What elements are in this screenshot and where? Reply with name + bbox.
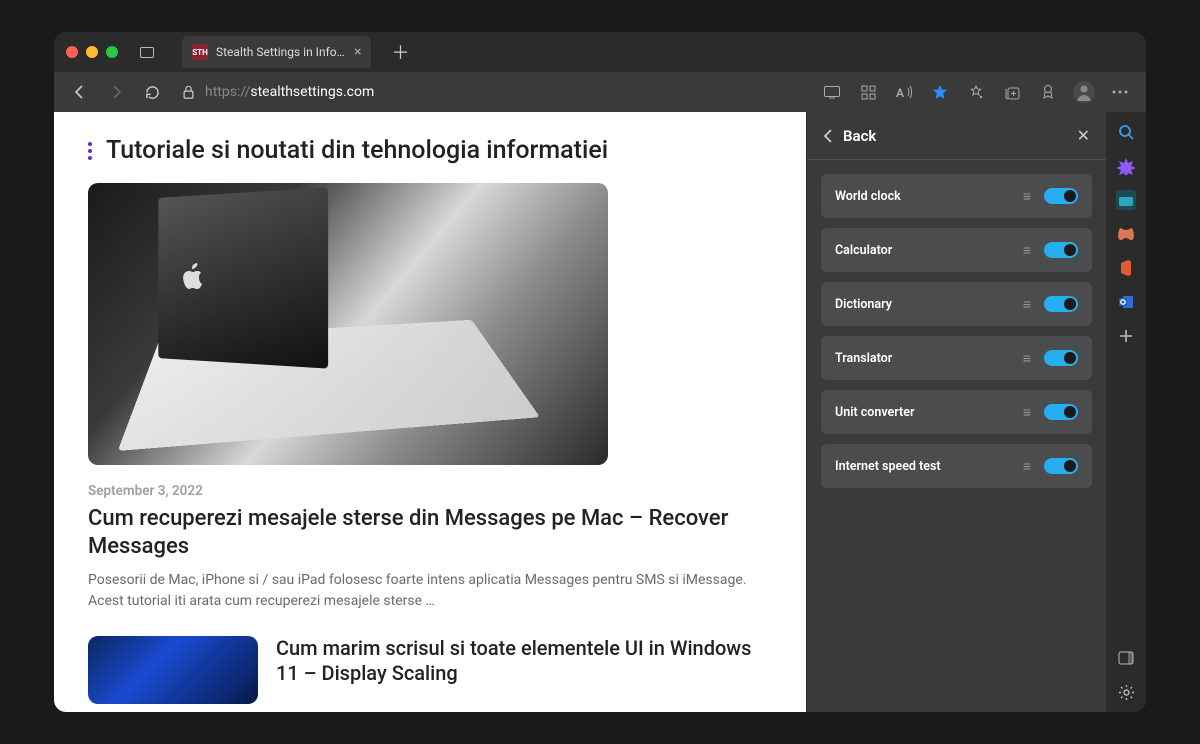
tool-label: Internet speed test [835,459,1013,474]
tool-label: Calculator [835,243,1013,258]
discover-icon[interactable] [1116,156,1136,176]
sidebar-collapse-icon[interactable] [1116,648,1136,668]
tab-title: Stealth Settings in Information [216,45,346,59]
toggle-switch[interactable] [1044,458,1078,474]
back-label[interactable]: Back [843,127,1067,145]
window-controls [66,46,118,58]
tool-world-clock[interactable]: World clock ≡ [821,174,1092,218]
search-icon[interactable] [1116,122,1136,142]
window-close-button[interactable] [66,46,78,58]
tool-dictionary[interactable]: Dictionary ≡ [821,282,1092,326]
panel-header: Back ✕ [807,112,1106,160]
new-tab-button[interactable]: ＋ [391,39,409,65]
toggle-switch[interactable] [1044,350,1078,366]
drag-handle-icon[interactable]: ≡ [1023,458,1028,475]
tab-close-button[interactable]: × [354,44,361,60]
more-menu-icon[interactable] [1106,78,1134,106]
apple-logo-icon [183,263,205,289]
browser-tab[interactable]: STH Stealth Settings in Information × [182,36,371,68]
rewards-icon[interactable] [1034,78,1062,106]
toggle-switch[interactable] [1044,188,1078,204]
tool-label: Translator [835,351,1013,366]
screen-cast-icon[interactable] [818,78,846,106]
settings-icon[interactable] [1116,682,1136,702]
lock-icon [182,85,195,99]
tool-translator[interactable]: Translator ≡ [821,336,1092,380]
url-domain: stealthsettings.com [250,84,374,100]
web-page: Tutoriale si noutati din tehnologia info… [54,112,806,712]
tool-label: Unit converter [835,405,1013,420]
collections-icon[interactable] [998,78,1026,106]
drag-handle-icon[interactable]: ≡ [1023,188,1028,205]
chevron-left-icon[interactable] [823,129,833,143]
page-heading-row: Tutoriale si noutati din tehnologia info… [88,136,772,165]
back-button[interactable] [66,78,94,106]
article-date: September 3, 2022 [88,483,772,499]
browser-toolbar: https://stealthsettings.com A [54,72,1146,112]
close-panel-button[interactable]: ✕ [1077,126,1090,145]
favorite-star-icon[interactable] [926,78,954,106]
read-aloud-icon[interactable]: A [890,78,918,106]
url-scheme: https:// [205,84,250,100]
refresh-button[interactable] [138,78,166,106]
toggle-switch[interactable] [1044,296,1078,312]
drag-handle-icon[interactable]: ≡ [1023,242,1028,259]
content-area: Tutoriale si noutati din tehnologia info… [54,112,1146,712]
tool-calculator[interactable]: Calculator ≡ [821,228,1092,272]
tools-icon[interactable] [1116,190,1136,210]
forward-button[interactable] [102,78,130,106]
svg-text:A: A [896,86,904,99]
profile-avatar[interactable] [1070,78,1098,106]
tool-unit-converter[interactable]: Unit converter ≡ [821,390,1092,434]
outlook-icon[interactable] [1116,292,1136,312]
title-bar: STH Stealth Settings in Information × ＋ [54,32,1146,72]
tab-overview-icon[interactable] [140,47,154,58]
panel-tool-list: World clock ≡ Calculator ≡ Dictionary ≡ Tra… [807,160,1106,502]
drag-handle-icon[interactable]: ≡ [1023,350,1028,367]
browser-window: STH Stealth Settings in Information × ＋ … [54,32,1146,712]
menu-dots-icon[interactable] [88,142,92,160]
qr-icon[interactable] [854,78,882,106]
page-title: Tutoriale si noutati din tehnologia info… [106,136,608,165]
edge-sidebar-rail [1106,112,1146,712]
drag-handle-icon[interactable]: ≡ [1023,296,1028,313]
games-icon[interactable] [1116,224,1136,244]
toggle-switch[interactable] [1044,404,1078,420]
article-row: Cum marim scrisul si toate elementele UI… [88,636,772,704]
article-excerpt: Posesorii de Mac, iPhone si / sau iPad f… [88,570,772,612]
favorites-list-icon[interactable] [962,78,990,106]
article-title[interactable]: Cum recuperezi mesajele sterse din Messa… [88,505,772,560]
drag-handle-icon[interactable]: ≡ [1023,404,1028,421]
add-tool-button[interactable] [1116,326,1136,346]
tool-speed-test[interactable]: Internet speed test ≡ [821,444,1092,488]
toggle-switch[interactable] [1044,242,1078,258]
article-thumbnail[interactable] [88,636,258,704]
tool-label: Dictionary [835,297,1013,312]
window-maximize-button[interactable] [106,46,118,58]
address-bar[interactable]: https://stealthsettings.com [174,84,810,100]
sidebar-panel: Back ✕ World clock ≡ Calculator ≡ Dictiona… [806,112,1106,712]
window-minimize-button[interactable] [86,46,98,58]
office-icon[interactable] [1116,258,1136,278]
article-hero-image[interactable] [88,183,608,465]
article-title[interactable]: Cum marim scrisul si toate elementele UI… [276,636,772,704]
tool-label: World clock [835,189,1013,204]
tab-favicon: STH [192,44,208,60]
